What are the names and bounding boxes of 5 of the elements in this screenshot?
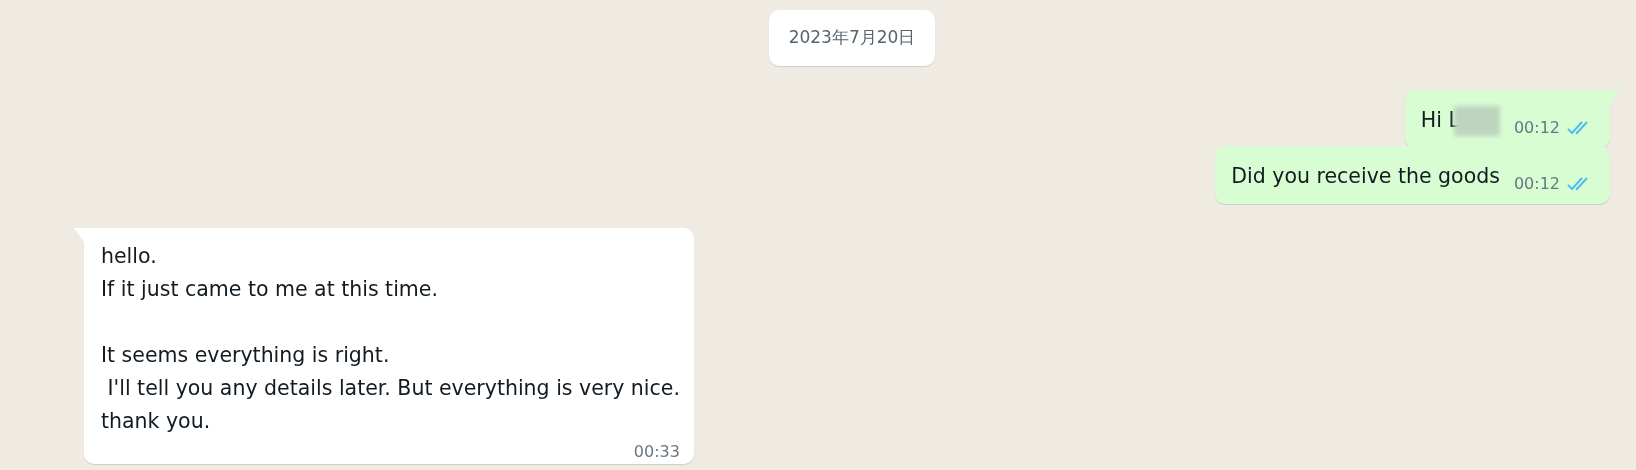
message-time: 00:12 xyxy=(1513,117,1560,138)
message-time: 00:12 xyxy=(1513,173,1560,194)
message-text: hello. If it just came to me at this time. It seems everything is right. I'll tell you any details later. But everything is very nice. thank you. xyxy=(101,242,680,435)
message-time: 00:33 xyxy=(633,441,680,462)
message-text: Did you receive the goods xyxy=(1231,163,1500,188)
